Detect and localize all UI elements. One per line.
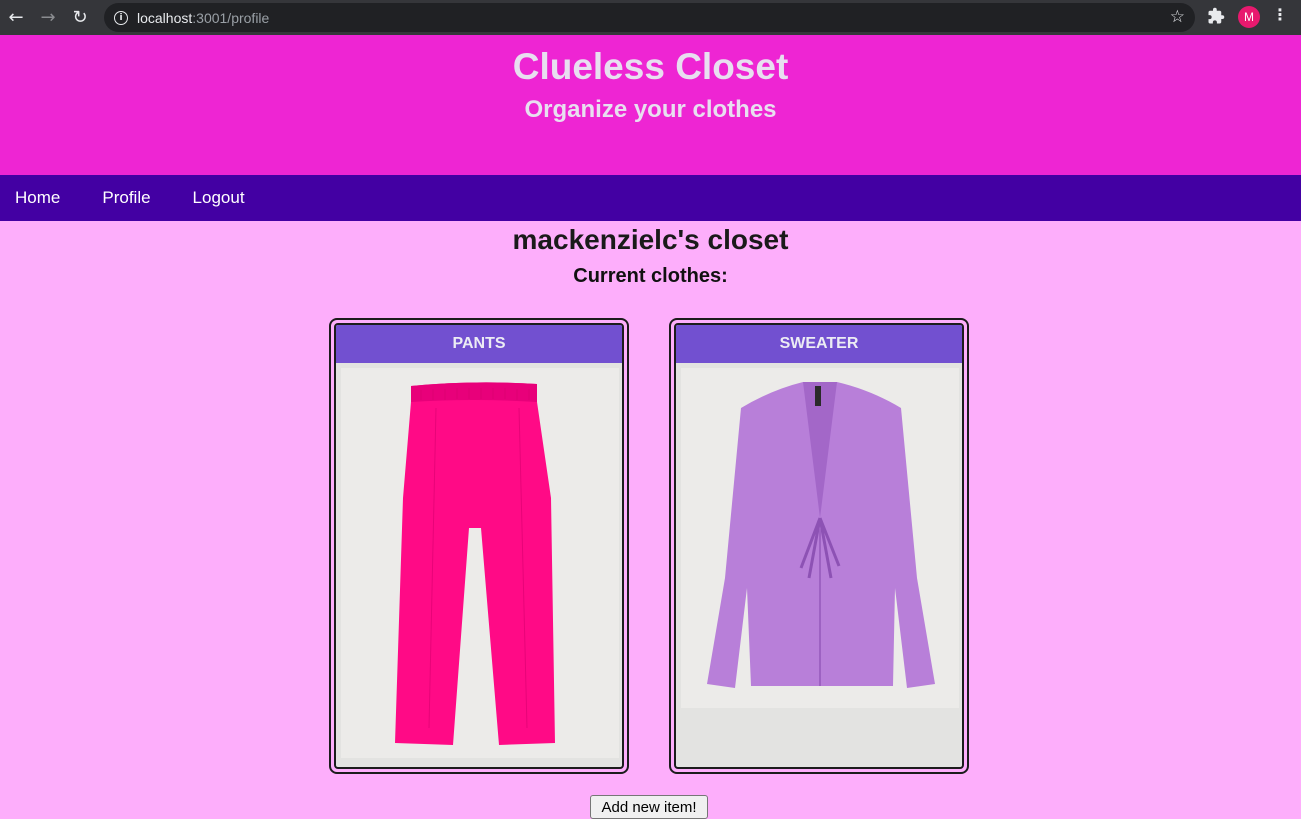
pants-image (341, 368, 619, 758)
site-header: Clueless Closet Organize your clothes (0, 35, 1301, 175)
nav-logout-link[interactable]: Logout (193, 188, 245, 208)
back-arrow-icon[interactable]: ← (0, 0, 32, 35)
reload-icon[interactable]: ↻ (64, 0, 96, 35)
nav-home-link[interactable]: Home (15, 188, 60, 208)
info-icon[interactable]: i (114, 10, 128, 25)
add-new-item-button[interactable]: Add new item! (590, 795, 708, 819)
browser-toolbar: ← → ↻ i localhost:3001/profile ☆ M ⋮ (0, 0, 1301, 35)
forward-arrow-icon[interactable]: → (32, 0, 64, 35)
sweater-image (681, 368, 959, 708)
site-title: Clueless Closet (512, 46, 789, 87)
card-title: SWEATER (676, 325, 962, 363)
kebab-menu-icon[interactable]: ⋮ (1272, 5, 1288, 24)
nav-profile-link[interactable]: Profile (102, 188, 150, 208)
section-heading: Current clothes: (573, 265, 728, 287)
address-bar[interactable]: i localhost:3001/profile ☆ (104, 3, 1195, 32)
url-path: :3001/profile (192, 9, 270, 26)
profile-avatar[interactable]: M (1238, 6, 1260, 28)
extensions-puzzle-icon[interactable] (1207, 7, 1227, 27)
clothing-card-pants[interactable]: PANTS (329, 318, 629, 774)
url-host: localhost (137, 9, 193, 26)
card-title: PANTS (336, 325, 622, 363)
clothing-card-sweater[interactable]: SWEATER (669, 318, 969, 774)
url-text[interactable]: localhost:3001/profile (137, 10, 269, 26)
site-tagline: Organize your clothes (524, 96, 777, 123)
main-nav: Home Profile Logout (0, 175, 1301, 221)
page-title: mackenzielc's closet (512, 224, 789, 255)
bookmark-star-icon[interactable]: ☆ (1170, 7, 1185, 27)
